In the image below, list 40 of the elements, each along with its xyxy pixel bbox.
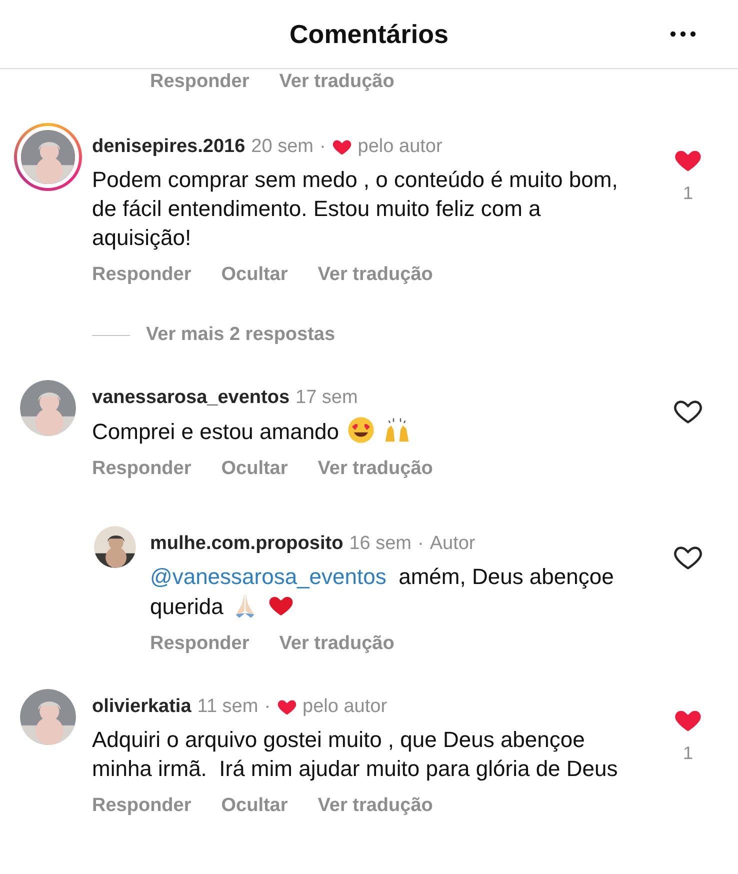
action-link[interactable]: Responder [92,795,192,817]
timestamp: 20 sem [251,135,314,159]
action-link[interactable]: Responder [92,458,192,480]
action-link[interactable]: Ver tradução [279,633,394,655]
like-icon[interactable] [674,546,702,570]
username[interactable]: mulhe.com.proposito [150,532,344,556]
action-link[interactable]: Ocultar [221,458,288,480]
comment-text: Adquiri o arquivo gostei muito , que Deus abençoe minha irmã. Irá mim ajudar muito para glória de Deus [92,727,618,781]
separator-dot: · [319,135,326,159]
like-count: 1 [682,743,693,764]
action-link[interactable]: Ver tradução [318,458,433,480]
action-link[interactable]: Ocultar [221,264,288,286]
author-label: Autor [430,532,476,556]
comment-text: Podem comprar sem medo , o conteúdo é muito bom, de fácil entendimento. Estou muito feliz com a aquisição! [92,167,619,250]
username[interactable]: denisepires.2016 [92,135,246,159]
more-icon[interactable] [670,29,696,39]
page-title: Comentários [290,18,448,50]
action-link[interactable]: Ver tradução [318,264,433,286]
action-link[interactable]: Ocultar [221,795,288,817]
action-link[interactable]: Responder [150,633,250,655]
timestamp: 11 sem [197,695,258,719]
liked-by-author-label: pelo autor [358,135,442,159]
like-count: 1 [682,183,693,204]
action-link[interactable]: Ver tradução [318,795,433,817]
action-link[interactable]: Ver tradução [279,71,394,93]
username[interactable]: vanessarosa_eventos [92,386,290,410]
liked-by-author-label: pelo autor [302,695,388,719]
separator-dot: · [418,532,424,556]
view-replies-link[interactable]: Ver mais 2 respostas [146,324,336,346]
raised-hands-emoji-icon [383,416,412,444]
heart-eyes-emoji-icon [347,416,376,444]
username[interactable]: olivierkatia [92,695,192,719]
timestamp: 17 sem [296,386,358,410]
like-icon[interactable] [674,400,702,424]
separator-dot: · [264,695,271,719]
action-link[interactable]: Responder [150,71,250,93]
comment-text: Comprei e estou amando [92,419,340,444]
action-link[interactable]: Responder [92,264,192,286]
timestamp: 16 sem [349,532,412,556]
mention-link[interactable]: @vanessarosa_eventos [150,564,386,589]
